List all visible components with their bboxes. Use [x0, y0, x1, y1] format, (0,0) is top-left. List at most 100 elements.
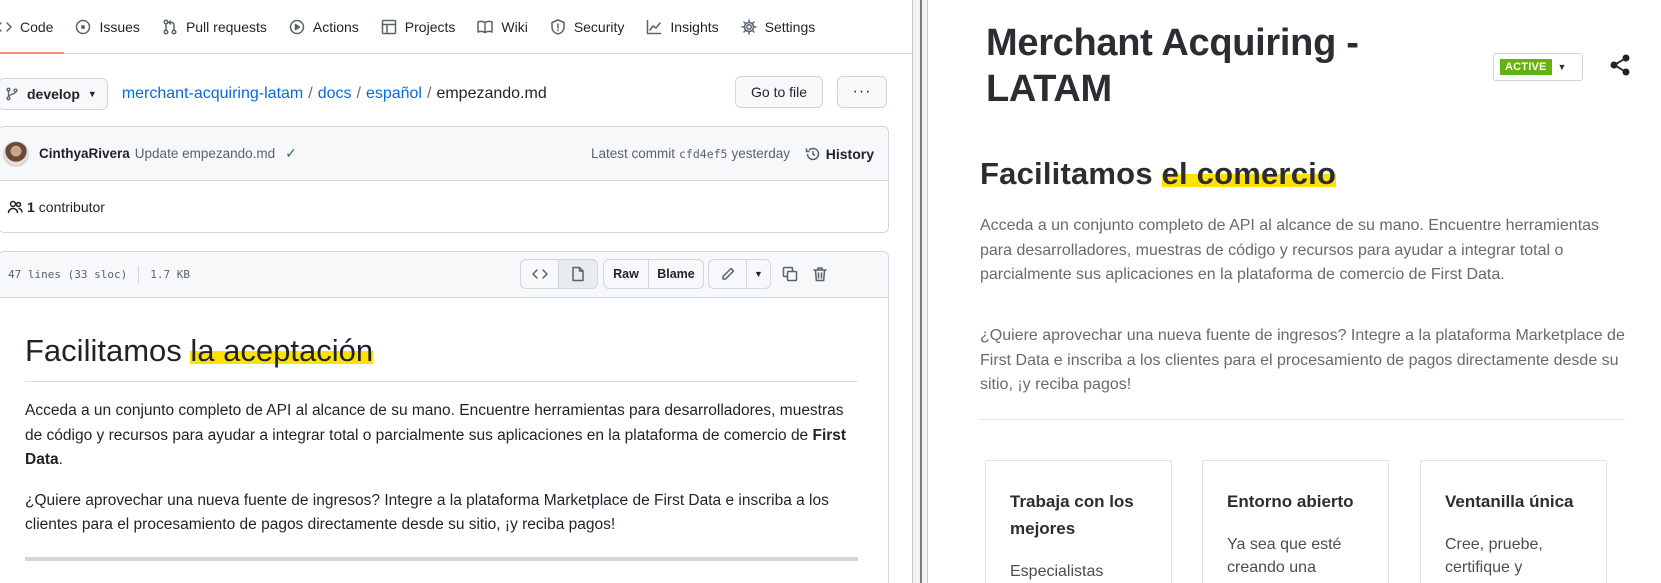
readme-heading-highlight: la aceptación [190, 333, 374, 368]
copy-icon [782, 266, 798, 282]
breadcrumb-repo-link[interactable]: merchant-acquiring-latam [122, 85, 303, 103]
insights-icon [647, 19, 662, 35]
wiki-icon [477, 20, 494, 34]
display-source-button[interactable] [520, 259, 559, 289]
tab-label: Security [573, 19, 625, 35]
tab-label: Pull requests [185, 19, 267, 35]
github-pane: Code Issues Pull requests Actions Projec… [0, 0, 912, 583]
preview-heading-highlight: el comercio [1161, 156, 1337, 191]
breadcrumb-separator: / [426, 85, 432, 102]
tab-label: Projects [404, 19, 456, 35]
people-icon [7, 200, 23, 214]
readme-paragraph-2: ¿Quiere aprovechar una nueva fuente de i… [25, 491, 829, 534]
delete-file-button[interactable] [805, 259, 835, 289]
readme-p1-end: . [58, 451, 63, 468]
readme-divider [25, 556, 858, 561]
file-icon [572, 266, 584, 282]
breadcrumb-row: develop ▼ merchant-acquiring-latam / doc… [0, 76, 890, 112]
tab-code[interactable]: Code [0, 0, 65, 54]
display-rendered-button[interactable] [558, 259, 598, 289]
tab-pull-requests[interactable]: Pull requests [151, 0, 278, 54]
preview-heading: Facilitamos el comercio [980, 156, 1337, 192]
breadcrumb-current-file: empezando.md [436, 85, 547, 102]
tab-insights[interactable]: Insights [635, 0, 729, 54]
file-header: 47 lines (33 sloc) 1.7 KB Raw Blame ▼ [0, 252, 888, 298]
projects-icon [381, 19, 397, 35]
trash-icon [813, 267, 827, 282]
avatar[interactable] [3, 140, 29, 167]
feature-card-title: Entorno abierto [1227, 492, 1354, 511]
feature-card-text: Cree, pruebe, certifique y [1445, 536, 1543, 576]
commit-time: yesterday [731, 146, 790, 161]
contributor-label: contributor [38, 199, 105, 215]
contributor-count: 1 [27, 199, 35, 215]
readme-heading-text: Facilitamos [25, 333, 191, 368]
history-label: History [825, 145, 874, 162]
contributors-row[interactable]: 1 contributor [0, 181, 888, 233]
preview-paragraph-2: ¿Quiere aprovechar una nueva fuente de i… [980, 327, 1625, 393]
pencil-icon [721, 267, 734, 280]
tab-security[interactable]: Security [539, 0, 636, 54]
actions-icon [289, 19, 305, 35]
divider [138, 265, 140, 284]
breadcrumb: merchant-acquiring-latam / docs / españo… [122, 85, 547, 103]
file-info: 47 lines (33 sloc) 1.7 KB [8, 265, 190, 284]
commit-sha-link[interactable]: cfd4ef5 [679, 147, 727, 161]
breadcrumb-espanol-link[interactable]: español [366, 85, 422, 103]
breadcrumb-separator: / [308, 85, 313, 102]
code-icon [0, 22, 12, 32]
edit-options-dropdown[interactable]: ▼ [746, 259, 771, 289]
preview-heading-text: Facilitamos [980, 156, 1162, 191]
tab-actions[interactable]: Actions [278, 0, 370, 54]
pull-request-icon [163, 19, 177, 35]
status-badge: ACTIVE [1500, 59, 1552, 75]
blame-button[interactable]: Blame [648, 259, 704, 289]
tab-wiki[interactable]: Wiki [466, 0, 538, 54]
copy-raw-button[interactable] [775, 259, 805, 289]
feature-card[interactable]: Entorno abierto Ya sea que esté creando … [1202, 460, 1389, 583]
commit-message-link[interactable]: Update empezando.md [135, 146, 275, 161]
readme-content: Facilitamos la aceptación Acceda a un co… [25, 330, 858, 561]
repo-tab-bar: Code Issues Pull requests Actions Projec… [0, 0, 912, 54]
breadcrumb-docs-link[interactable]: docs [318, 85, 352, 103]
share-button[interactable] [1608, 53, 1634, 79]
feature-card[interactable]: Ventanilla única Cree, pruebe, certifiqu… [1420, 460, 1607, 583]
tab-issues[interactable]: Issues [64, 0, 150, 54]
history-button[interactable]: History [805, 146, 874, 162]
breadcrumb-separator: / [356, 85, 361, 102]
go-to-file-button[interactable]: Go to file [735, 76, 824, 108]
file-size: 1.7 KB [150, 268, 190, 281]
branch-select-button[interactable]: develop ▼ [0, 78, 108, 110]
readme-p1-text: Acceda a un conjunto completo de API al … [25, 402, 844, 444]
feature-card[interactable]: Trabaja con los mejores Especialistas [985, 460, 1172, 583]
share-icon [1610, 54, 1630, 76]
more-options-button[interactable]: ··· [837, 76, 887, 108]
tab-projects[interactable]: Projects [370, 0, 467, 54]
commit-author-link[interactable]: CinthyaRivera [39, 146, 130, 161]
pane-splitter[interactable] [912, 0, 928, 583]
issues-icon [76, 19, 91, 35]
feature-card-title: Ventanilla única [1445, 492, 1574, 511]
feature-card-title: Trabaja con los mejores [1010, 492, 1134, 538]
status-dropdown[interactable]: ACTIVE ▼ [1493, 53, 1583, 81]
feature-card-text: Especialistas [1010, 563, 1104, 580]
chevron-down-icon: ▼ [754, 269, 763, 279]
tab-settings[interactable]: Settings [730, 0, 827, 54]
commit-header: CinthyaRivera Update empezando.md ✓ Late… [0, 127, 888, 181]
readme-paragraph-1: Acceda a un conjunto completo de API al … [25, 399, 858, 473]
file-lines: 47 lines (33 sloc) [8, 268, 128, 281]
check-icon[interactable]: ✓ [285, 145, 297, 162]
edit-button[interactable] [708, 259, 747, 289]
preview-divider [980, 419, 1625, 420]
page-title: Merchant Acquiring - LATAM [986, 22, 1359, 110]
latest-commit-label: Latest commit [590, 146, 675, 161]
tab-label: Insights [670, 19, 719, 35]
tab-label: Actions [312, 19, 359, 35]
tab-label: Code [20, 19, 54, 35]
branch-name: develop [27, 86, 80, 102]
preview-paragraph-1: Acceda a un conjunto completo de API al … [980, 217, 1600, 283]
latest-commit-box: CinthyaRivera Update empezando.md ✓ Late… [0, 126, 889, 233]
feature-card-text: Ya sea que esté creando una [1227, 536, 1342, 576]
raw-button[interactable]: Raw [603, 259, 649, 289]
security-icon [551, 19, 565, 35]
